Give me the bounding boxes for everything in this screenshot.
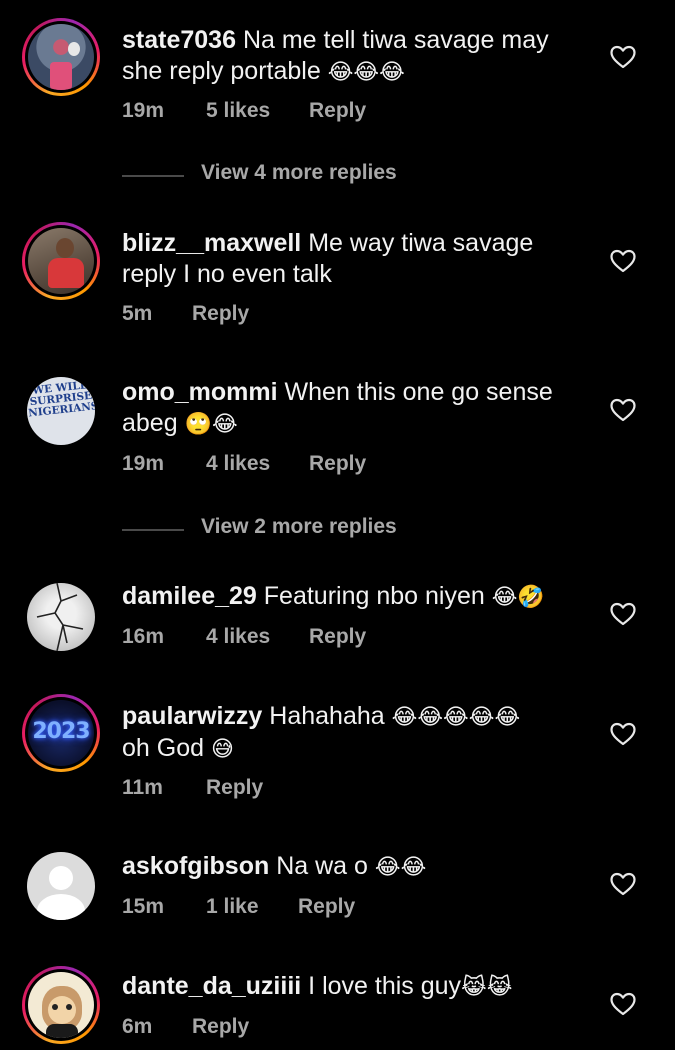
comment-body: askofgibson Na wa o 😂😂 [122,851,582,883]
comment-username[interactable]: paularwizzy [122,702,262,730]
comment-emoji: 😂🤣 [491,585,545,610]
comment-meta: 16m 4 likes Reply [122,625,366,649]
avatar[interactable] [22,18,100,96]
heart-icon[interactable] [610,45,636,69]
avatar[interactable] [22,222,100,300]
comment-text: Na wa o [276,852,368,880]
cracked-screen-icon [36,583,84,651]
reply-button[interactable]: Reply [206,776,263,800]
view-more-label[interactable]: View 4 more replies [201,161,397,185]
heart-icon[interactable] [610,602,636,626]
comment-meta: 11m Reply [122,776,263,800]
avatar[interactable]: WE WILL SURPRISE NIGERIANS [22,372,100,450]
comment-username[interactable]: dante_da_uziiii [122,972,301,1000]
avatar[interactable] [22,966,100,1044]
comment-emoji: 😹😹 [461,975,513,1000]
comment-body: omo_mommi When this one go sense abeg 🙄😂 [122,377,582,440]
comment-emoji: 😂😂 [374,855,427,880]
reply-button[interactable]: Reply [309,625,366,649]
avatar[interactable] [22,847,100,925]
divider-line [122,529,184,531]
reply-button[interactable]: Reply [309,99,366,123]
avatar-text: 2023 [32,719,90,744]
comment-time: 6m [122,1015,153,1038]
reply-button[interactable]: Reply [192,302,249,326]
comment-time: 15m [122,895,165,918]
comment-meta: 19m 4 likes Reply [122,452,366,476]
comment-body: damilee_29 Featuring nbo niyen 😂🤣 [122,581,582,613]
comment-text-line2: oh God [122,734,205,762]
comment-meta: 5m Reply [122,302,249,326]
comment-meta: 19m 5 likes Reply [122,99,366,123]
comment-time: 16m [122,625,165,648]
comment-text: Hahahaha [269,702,385,730]
comment-likes[interactable]: 4 likes [206,452,309,476]
comment-username[interactable]: state7036 [122,26,236,54]
comment-emoji: 🙄😂 [184,412,238,437]
comment-time: 19m [122,452,165,475]
comment-meta: 6m Reply [122,1015,249,1039]
comment-meta: 15m 1 like Reply [122,895,355,919]
heart-icon[interactable] [610,992,636,1016]
divider-line [122,175,184,177]
reply-button[interactable]: Reply [298,895,355,919]
avatar[interactable]: 2023 [22,694,100,772]
comment-body: dante_da_uziiii I love this guy😹😹 [122,971,582,1003]
heart-icon[interactable] [610,398,636,422]
comment-username[interactable]: blizz__maxwell [122,229,301,257]
comment-username[interactable]: askofgibson [122,852,269,880]
comment-likes[interactable]: 5 likes [206,99,309,123]
comment-body: blizz__maxwell Me way tiwa savage reply … [122,228,582,290]
heart-icon[interactable] [610,722,636,746]
heart-icon[interactable] [610,872,636,896]
reply-button[interactable]: Reply [192,1015,249,1039]
comment-time: 11m [122,776,163,799]
comment-emoji: 😂😂😂😂😂 [391,705,521,730]
comment-body: paularwizzy Hahahaha 😂😂😂😂😂 oh God 😅 [122,701,582,765]
comments-screen: state7036 Na me tell tiwa savage may she… [0,0,675,1050]
comment-username[interactable]: omo_mommi [122,378,278,406]
comment-time: 19m [122,99,165,122]
avatar-text: WE WILL SURPRISE NIGERIANS [27,379,95,420]
comment-likes[interactable]: 4 likes [206,625,309,649]
comment-emoji: 😂😂😂 [327,60,405,85]
comment-username[interactable]: damilee_29 [122,582,257,610]
comment-emoji-2: 😅 [210,737,234,762]
heart-icon[interactable] [610,249,636,273]
comment-likes[interactable]: 1 like [206,895,298,919]
reply-button[interactable]: Reply [309,452,366,476]
comment-text: Featuring nbo niyen [263,582,485,610]
comment-text: I love this guy [308,972,462,1000]
comment-body: state7036 Na me tell tiwa savage may she… [122,25,582,88]
view-more-label[interactable]: View 2 more replies [201,515,397,539]
avatar[interactable] [22,578,100,656]
comment-time: 5m [122,302,153,325]
